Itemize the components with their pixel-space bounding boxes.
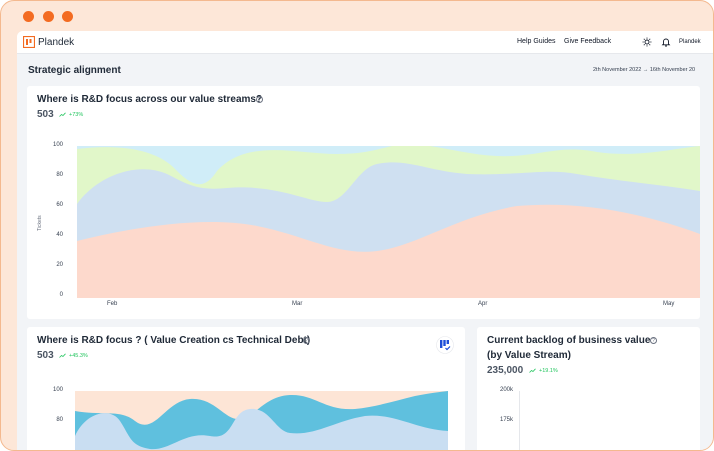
browser-frame: Plandek Help Guides Give Feedback Plande… [0, 0, 714, 451]
window-maximize-dot[interactable] [62, 11, 73, 22]
brand-name[interactable]: Plandek [38, 37, 74, 48]
y-tick: 100 [52, 142, 63, 148]
y-tick: 20 [56, 262, 63, 268]
stacked-area-chart [77, 146, 700, 298]
user-menu[interactable]: Plandek [679, 39, 701, 45]
give-feedback-link[interactable]: Give Feedback [564, 38, 611, 45]
plandek-logo-icon[interactable] [23, 36, 35, 48]
kpi-value: 503 [37, 109, 54, 120]
bell-icon[interactable] [661, 37, 671, 47]
kpi-value: 503 [37, 350, 54, 361]
card-title-line1: Current backlog of business value [487, 335, 651, 346]
help-icon[interactable]: ? [650, 337, 657, 344]
value-vs-debt-card: Where is R&D focus ? ( Value Creation cs… [27, 327, 465, 450]
trend-value: +19.1% [539, 368, 558, 374]
help-icon[interactable]: ? [303, 337, 310, 344]
y-tick: 0 [59, 292, 63, 298]
value-debt-area-chart [75, 391, 448, 450]
trend-up-icon [59, 112, 66, 117]
help-icon[interactable]: ? [256, 96, 263, 103]
y-tick: 80 [56, 417, 63, 423]
x-tick: Mar [292, 301, 303, 307]
y-tick: 175k [499, 417, 513, 423]
y-tick: 200k [499, 387, 513, 393]
card-title: Where is R&D focus across our value stre… [37, 94, 263, 105]
app-window: Plandek Help Guides Give Feedback Plande… [17, 31, 713, 450]
y-axis-title: Tickets [37, 215, 43, 231]
x-tick: May [663, 301, 675, 307]
card-title-line2: (by Value Stream) [487, 350, 571, 361]
jira-integration-icon[interactable] [436, 336, 454, 354]
help-guides-link[interactable]: Help Guides [517, 38, 556, 45]
trend-up-icon [59, 353, 66, 358]
window-minimize-dot[interactable] [43, 11, 54, 22]
y-tick: 80 [56, 172, 63, 178]
top-bar: Plandek Help Guides Give Feedback Plande… [17, 31, 713, 54]
trend-value: +73% [69, 112, 84, 118]
sun-icon[interactable] [642, 37, 652, 47]
card-title: Where is R&D focus ? ( Value Creation cs… [37, 335, 311, 346]
y-tick: 40 [56, 232, 63, 238]
y-axis-line [519, 391, 520, 450]
kpi-value: 235,000 [487, 365, 524, 376]
backlog-business-value-card: Current backlog of business value ? (by … [477, 327, 700, 450]
y-tick: 60 [56, 202, 63, 208]
y-tick: 100 [52, 387, 63, 393]
value-streams-card: Where is R&D focus across our value stre… [27, 86, 700, 319]
x-tick: Apr [478, 301, 488, 307]
date-range-picker[interactable]: 2th November 2022 → 16th November 20 [593, 67, 695, 73]
x-tick: Feb [107, 301, 118, 307]
window-close-dot[interactable] [23, 11, 34, 22]
trend-value: +45.3% [69, 353, 88, 359]
page-title: Strategic alignment [28, 65, 121, 76]
trend-up-icon [529, 368, 536, 373]
